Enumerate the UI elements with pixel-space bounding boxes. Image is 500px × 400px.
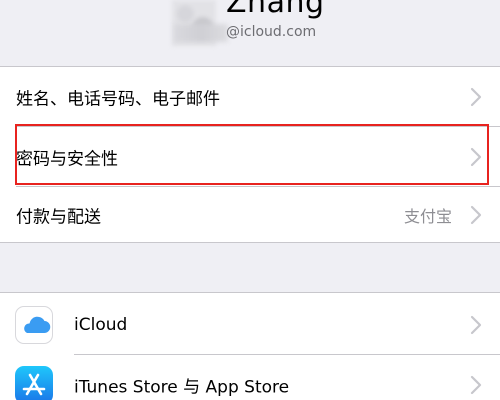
row-payment-shipping[interactable]: 付款与配送 支付宝 bbox=[0, 185, 500, 244]
chevron-right-icon bbox=[470, 205, 482, 224]
chevron-right-icon bbox=[470, 315, 482, 334]
profile-name: Zhang bbox=[226, 0, 325, 20]
account-settings-group: 姓名、电话号码、电子邮件 密码与安全性 付款与配送 支付宝 bbox=[0, 66, 500, 243]
profile-email: @icloud.com bbox=[226, 24, 317, 40]
apple-id-settings-page: Zhang @icloud.com 姓名、电话号码、电子邮件 密码与安全性 付款… bbox=[0, 0, 500, 400]
row-value: 支付宝 bbox=[403, 206, 452, 226]
profile-header[interactable]: Zhang @icloud.com bbox=[0, 0, 500, 66]
row-label: iCloud bbox=[74, 314, 128, 335]
row-label: iTunes Store 与 App Store bbox=[74, 377, 290, 397]
row-label: 付款与配送 bbox=[16, 207, 101, 227]
chevron-right-icon bbox=[470, 375, 482, 394]
email-redaction bbox=[174, 24, 228, 42]
services-group: iCloud iTunes Store 与 App Store bbox=[0, 292, 500, 400]
row-icloud[interactable]: iCloud bbox=[0, 295, 500, 354]
row-label: 姓名、电话号码、电子邮件 bbox=[16, 89, 220, 109]
chevron-right-icon bbox=[470, 147, 482, 166]
row-itunes-app-store[interactable]: iTunes Store 与 App Store bbox=[0, 355, 500, 400]
chevron-right-icon bbox=[470, 87, 482, 106]
row-label: 密码与安全性 bbox=[16, 149, 118, 169]
icloud-icon bbox=[15, 305, 53, 344]
row-password-security[interactable]: 密码与安全性 bbox=[0, 127, 500, 186]
app-store-icon bbox=[15, 365, 53, 400]
row-name-phone-email[interactable]: 姓名、电话号码、电子邮件 bbox=[0, 67, 500, 126]
